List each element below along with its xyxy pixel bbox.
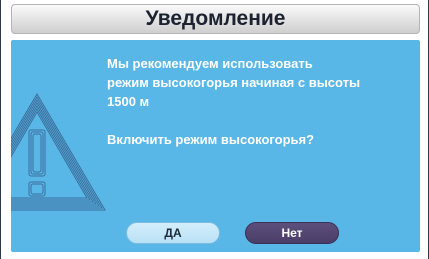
dialog-body: Мы рекомендуем использовать режим высоко… <box>11 40 420 252</box>
yes-button[interactable]: ДА <box>126 222 220 244</box>
warning-triangle-icon <box>11 93 106 211</box>
no-button[interactable]: Нет <box>245 222 339 244</box>
dialog-title: Уведомление <box>11 4 420 34</box>
dialog-question: Включить режим высокогорья? <box>107 132 315 147</box>
dialog-message: Мы рекомендуем использовать режим высоко… <box>107 56 361 109</box>
notification-dialog: Уведомление Мы рекомендуем использовать … <box>0 0 429 259</box>
